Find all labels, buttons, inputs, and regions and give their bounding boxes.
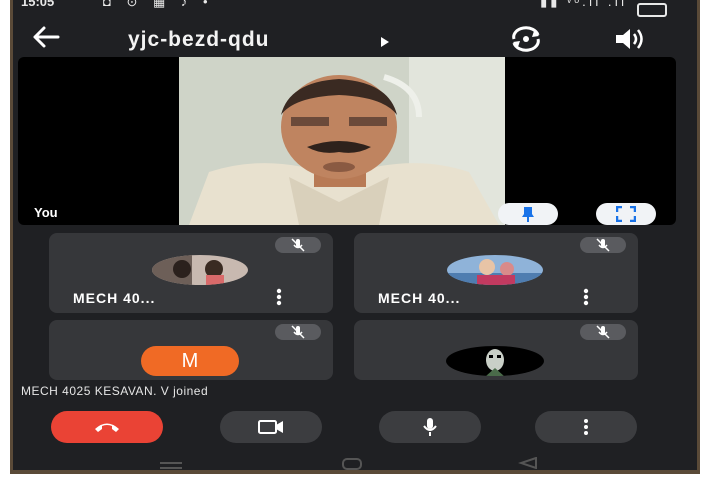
join-notification: MECH 4025 KESAVAN. V joined <box>21 384 209 398</box>
status-icons-right: ▮▮ ᵛᵒ.ıl .ıl <box>540 0 627 9</box>
camera-toggle-button[interactable] <box>220 411 322 443</box>
mic-off-icon <box>290 325 306 344</box>
pin-button[interactable] <box>498 203 558 225</box>
more-vert-icon <box>582 418 590 441</box>
back-arrow-icon[interactable] <box>31 24 61 55</box>
status-icons-left: ◘ ⊙ ▦ ♪ • <box>103 0 214 9</box>
kebab-icon[interactable] <box>582 287 590 307</box>
home-icon[interactable] <box>341 457 363 470</box>
mic-off-icon <box>290 238 306 257</box>
microphone-toggle-button[interactable] <box>379 411 481 443</box>
status-time: 15:05 <box>21 0 55 9</box>
participant-tile[interactable]: M <box>49 320 333 380</box>
mic-off-badge <box>275 237 321 253</box>
mic-off-badge <box>580 324 626 340</box>
status-bar: 15:05 ◘ ⊙ ▦ ♪ • ▮▮ ᵛᵒ.ıl .ıl <box>13 0 697 22</box>
mic-off-badge <box>275 324 321 340</box>
mic-icon <box>421 417 439 442</box>
battery-icon <box>637 3 667 17</box>
avatar <box>152 255 248 285</box>
participant-tile[interactable] <box>354 320 638 380</box>
mic-off-icon <box>595 238 611 257</box>
camera-icon <box>258 420 284 439</box>
avatar <box>446 346 544 376</box>
back-nav-icon[interactable] <box>517 456 538 470</box>
participant-name: MECH 40... <box>73 290 156 306</box>
fullscreen-button[interactable] <box>596 203 656 225</box>
fullscreen-icon <box>615 205 637 225</box>
meet-screen: 15:05 ◘ ⊙ ▦ ♪ • ▮▮ ᵛᵒ.ıl .ıl yjc-bezd-qd… <box>13 0 697 470</box>
mic-off-badge <box>580 237 626 253</box>
participant-tile[interactable]: MECH 40... <box>49 233 333 313</box>
participant-tile[interactable]: MECH 40... <box>354 233 638 313</box>
pin-icon <box>520 205 536 225</box>
self-video-feed <box>179 57 505 225</box>
call-toolbar: yjc-bezd-qdu <box>13 22 697 58</box>
system-nav-bar <box>13 452 697 470</box>
play-caret-icon[interactable] <box>380 35 390 53</box>
kebab-icon[interactable] <box>275 287 283 307</box>
end-call-icon <box>93 420 121 439</box>
switch-camera-icon[interactable] <box>508 26 544 57</box>
mic-off-icon <box>595 325 611 344</box>
avatar-initial: M <box>141 346 239 376</box>
participant-name: MECH 40... <box>378 290 461 306</box>
more-options-button[interactable] <box>535 411 637 443</box>
self-label: You <box>34 205 58 220</box>
end-call-button[interactable] <box>51 411 163 443</box>
recents-icon[interactable] <box>158 458 184 470</box>
self-video-tile[interactable]: You <box>18 57 676 225</box>
speaker-icon[interactable] <box>613 26 645 57</box>
avatar <box>447 255 543 285</box>
meeting-code[interactable]: yjc-bezd-qdu <box>128 28 270 52</box>
